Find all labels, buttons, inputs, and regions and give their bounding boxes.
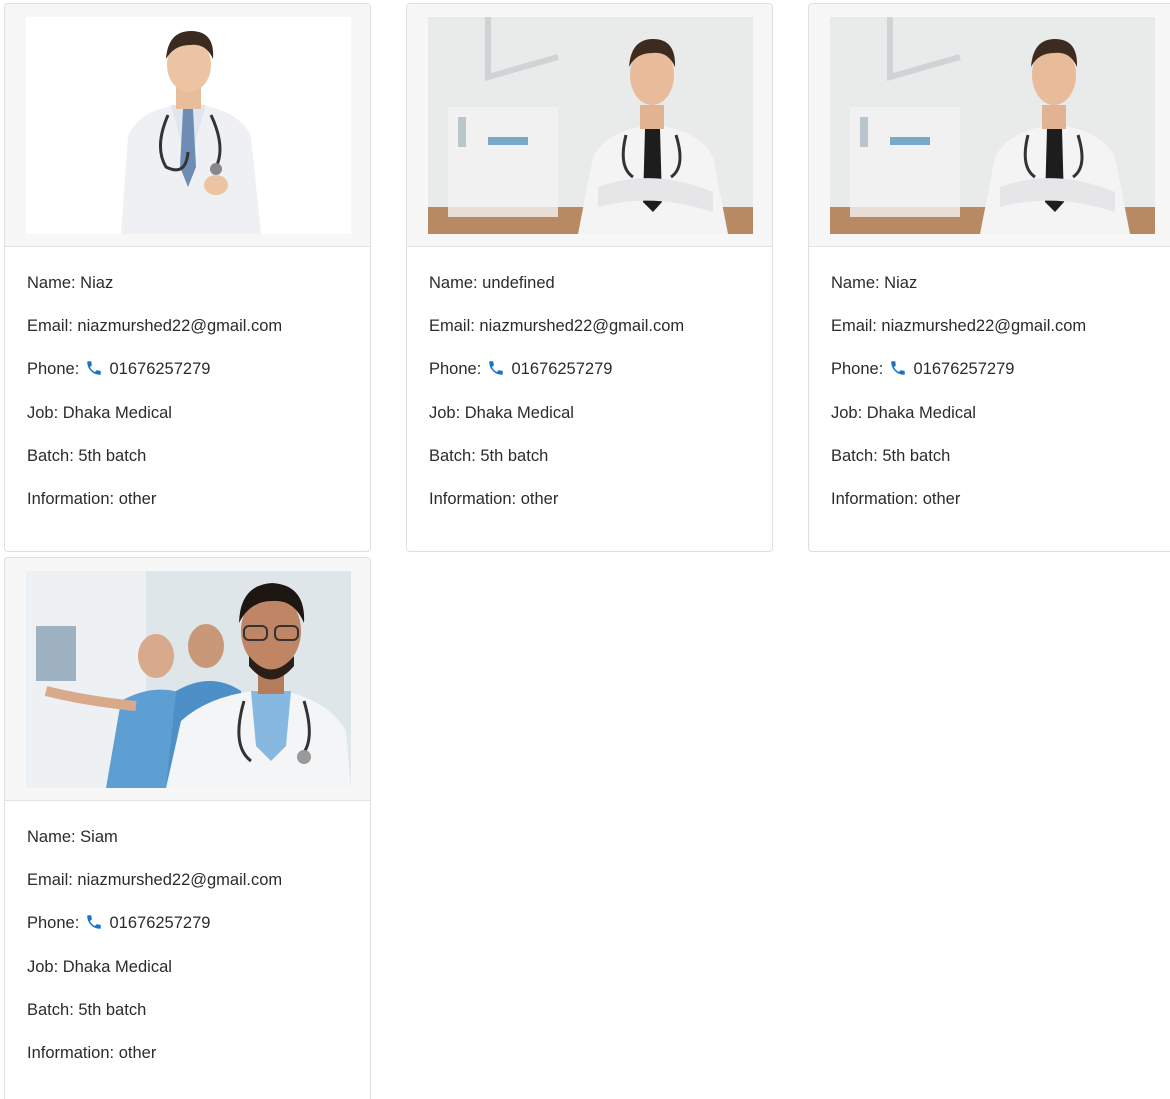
phone-label: Phone:	[429, 360, 482, 379]
doctor-phone: Phone: 01676257279	[27, 359, 348, 402]
doctor-batch: Batch: 5th batch	[27, 446, 147, 465]
doctor-information: Information: other	[27, 489, 157, 508]
doctor-email: Email: niazmurshed22@gmail.com	[27, 871, 283, 890]
doctor-card: Name: undefined Email: niazmurshed22@gma…	[406, 3, 773, 552]
doctor-photo	[428, 17, 753, 234]
doctor-phone: Phone: 01676257279	[27, 913, 348, 956]
doctor-photo	[26, 571, 351, 788]
phone-label: Phone:	[831, 360, 884, 379]
phone-number: 01676257279	[511, 360, 613, 379]
phone-icon	[87, 915, 101, 930]
doctor-email: Email: niazmurshed22@gmail.com	[831, 317, 1087, 336]
card-image-area	[809, 4, 1170, 247]
doctor-job: Job: Dhaka Medical	[831, 403, 976, 422]
phone-icon	[891, 361, 905, 376]
card-body: Name: Niaz Email: niazmurshed22@gmail.co…	[5, 247, 370, 532]
doctor-information: Information: other	[429, 489, 559, 508]
doctor-card: Name: Siam Email: niazmurshed22@gmail.co…	[4, 557, 371, 1099]
card-body: Name: Niaz Email: niazmurshed22@gmail.co…	[809, 247, 1170, 532]
doctor-card: Name: Niaz Email: niazmurshed22@gmail.co…	[4, 3, 371, 552]
doctor-batch: Batch: 5th batch	[27, 1000, 147, 1019]
doctor-name: Name: Niaz	[831, 274, 918, 292]
doctor-batch: Batch: 5th batch	[429, 446, 549, 465]
doctor-card: Name: Niaz Email: niazmurshed22@gmail.co…	[808, 3, 1170, 552]
doctor-job: Job: Dhaka Medical	[429, 403, 574, 422]
phone-icon	[489, 361, 503, 376]
doctor-photo	[830, 17, 1155, 234]
doctor-name: Name: Siam	[27, 828, 118, 846]
phone-number: 01676257279	[109, 360, 211, 379]
doctor-email: Email: niazmurshed22@gmail.com	[429, 317, 685, 336]
doctor-job: Job: Dhaka Medical	[27, 957, 172, 976]
card-image-area	[5, 558, 370, 801]
card-body: Name: undefined Email: niazmurshed22@gma…	[407, 247, 772, 532]
phone-number: 01676257279	[109, 914, 211, 933]
phone-label: Phone:	[27, 360, 80, 379]
doctor-name: Name: Niaz	[27, 274, 114, 292]
doctor-job: Job: Dhaka Medical	[27, 403, 172, 422]
card-image-area	[407, 4, 772, 247]
doctor-phone: Phone: 01676257279	[831, 359, 1153, 402]
doctor-information: Information: other	[27, 1043, 157, 1062]
phone-icon	[87, 361, 101, 376]
doctor-phone: Phone: 01676257279	[429, 359, 750, 402]
doctor-email: Email: niazmurshed22@gmail.com	[27, 317, 283, 336]
phone-number: 01676257279	[913, 360, 1015, 379]
doctor-photo	[26, 17, 351, 234]
doctor-batch: Batch: 5th batch	[831, 446, 951, 465]
doctor-information: Information: other	[831, 489, 961, 508]
doctor-name: Name: undefined	[429, 274, 555, 292]
doctor-card-grid: Name: Niaz Email: niazmurshed22@gmail.co…	[0, 0, 1170, 1099]
card-body: Name: Siam Email: niazmurshed22@gmail.co…	[5, 801, 370, 1086]
card-image-area	[5, 4, 370, 247]
phone-label: Phone:	[27, 914, 80, 933]
